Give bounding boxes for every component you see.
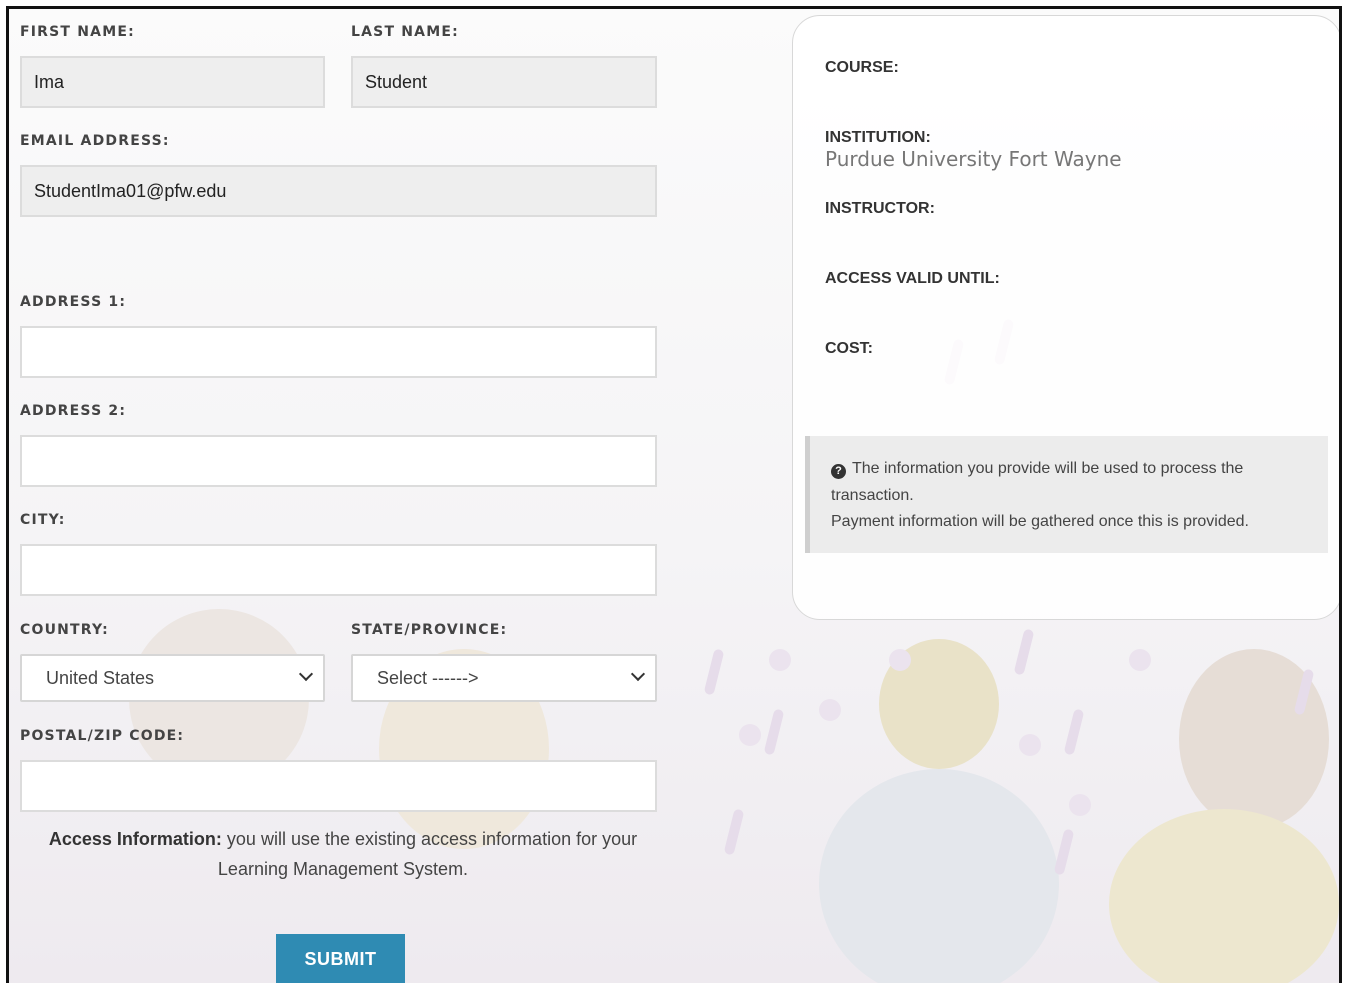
- question-circle-icon: ?: [831, 464, 846, 479]
- instructor-label: INSTRUCTOR:: [825, 200, 935, 217]
- country-select-value: United States: [46, 667, 155, 688]
- last-name-label: LAST NAME:: [351, 24, 459, 40]
- first-name-label: FIRST NAME:: [20, 24, 135, 40]
- access-information-line1: you will use the existing access informa…: [221, 829, 638, 849]
- course-label: COURSE:: [825, 59, 899, 76]
- address2-field[interactable]: [20, 435, 657, 487]
- page-frame: FIRST NAME: LAST NAME: EMAIL ADDRESS: AD…: [6, 6, 1342, 983]
- transaction-notice: ? The information you provide will be use…: [805, 436, 1328, 553]
- access-information-heading: Access Information:: [48, 829, 222, 849]
- access-valid-until-label: ACCESS VALID UNTIL:: [825, 270, 1000, 287]
- chevron-down-icon: [298, 666, 314, 682]
- cost-label: COST:: [825, 340, 873, 357]
- access-information-text: Access Information: you will use the exi…: [23, 824, 663, 884]
- address2-label: ADDRESS 2:: [20, 403, 127, 419]
- institution-value: Purdue University Fort Wayne: [825, 147, 1122, 171]
- country-select[interactable]: United States: [20, 654, 325, 702]
- zip-label: POSTAL/ZIP CODE:: [20, 728, 185, 744]
- notice-line1: The information you provide will be used…: [831, 460, 1244, 504]
- access-information-line2: Learning Management System.: [217, 859, 469, 879]
- city-field[interactable]: [20, 544, 657, 596]
- course-summary-card: COURSE: INSTITUTION: Purdue University F…: [792, 15, 1339, 620]
- first-name-field[interactable]: [20, 56, 325, 108]
- institution-label: INSTITUTION:: [825, 129, 931, 146]
- address1-field[interactable]: [20, 326, 657, 378]
- zip-field[interactable]: [20, 760, 657, 812]
- city-label: CITY:: [20, 512, 66, 528]
- email-field[interactable]: [20, 165, 657, 217]
- email-label: EMAIL ADDRESS:: [20, 133, 170, 149]
- state-select[interactable]: Select ------>: [351, 654, 657, 702]
- state-label: STATE/PROVINCE:: [351, 622, 508, 638]
- country-label: COUNTRY:: [20, 622, 109, 638]
- notice-line2: Payment information will be gathered onc…: [831, 513, 1249, 530]
- state-select-value: Select ------>: [377, 667, 479, 688]
- address1-label: ADDRESS 1:: [20, 294, 127, 310]
- last-name-field[interactable]: [351, 56, 657, 108]
- chevron-down-icon: [630, 666, 646, 682]
- submit-button[interactable]: SUBMIT: [276, 934, 405, 983]
